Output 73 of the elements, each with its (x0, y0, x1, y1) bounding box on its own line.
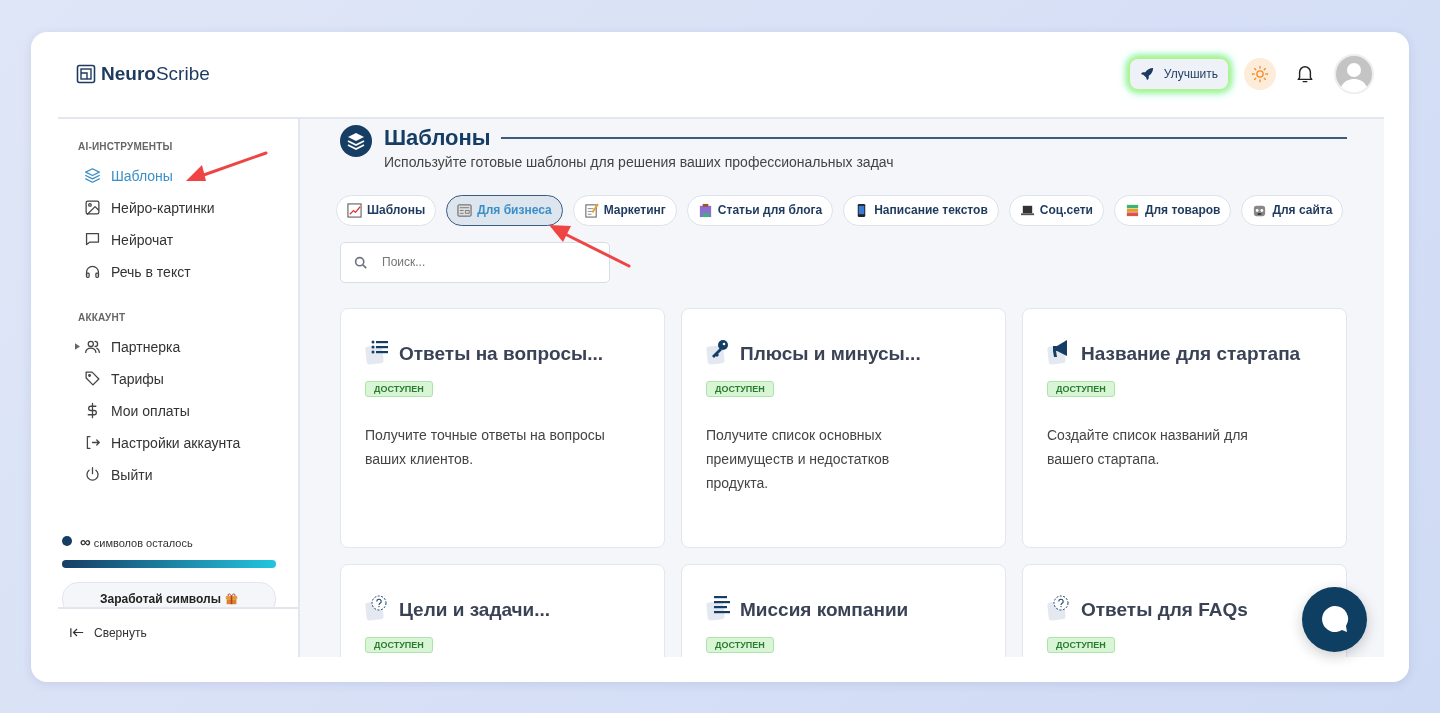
sidebar-item[interactable]: Нейро-картинки (84, 199, 215, 216)
category-chip[interactable]: Для сайта (1241, 194, 1344, 226)
memo-icon (583, 202, 599, 218)
template-card[interactable]: Миссия компании ДОСТУПЕН (681, 563, 1006, 657)
template-card[interactable]: Ответы на вопросы... ДОСТУПЕН Получите точные ответы на вопросы ваших клиентов. (340, 307, 665, 548)
sidebar-item[interactable]: Партнерка (84, 338, 181, 355)
clipboard-icon (697, 202, 713, 218)
notification-icon[interactable] (1296, 64, 1314, 84)
page-subtitle: Используйте готовые шаблоны для решения ваших профессиональных задач (384, 153, 895, 170)
chart-icon (347, 202, 362, 218)
section-title: АККАУНТ (78, 311, 127, 323)
layers-badge-icon (340, 124, 372, 157)
rocket-icon (1139, 67, 1154, 81)
category-chip[interactable]: Маркетинг (572, 194, 677, 226)
collapse-button[interactable]: Свернуть (58, 606, 298, 657)
status-badge: ДОСТУПЕН (1047, 380, 1115, 397)
card-title: Название для стартапа (1081, 342, 1301, 365)
category-chip[interactable]: Написание текстов (843, 194, 999, 226)
sidebar-item[interactable]: Настройки аккаунта (84, 434, 241, 451)
earn-credits-button[interactable]: Заработай символы (62, 581, 276, 607)
category-chip[interactable]: Для товаров (1113, 194, 1232, 226)
credits-text: ∞ символов осталось (80, 532, 193, 550)
card-title: Плюсы и минусы... (740, 342, 921, 365)
newspaper-icon (457, 202, 473, 218)
logo-text: NeuroScribe (101, 63, 210, 85)
sidebar-item[interactable]: Нейрочат (84, 231, 174, 248)
category-chip[interactable]: Шаблоны (336, 194, 437, 226)
category-chip[interactable]: Статьи для блога (686, 194, 834, 226)
card-title: Миссия компании (740, 598, 909, 621)
status-badge: ДОСТУПЕН (706, 380, 774, 397)
status-badge: ДОСТУПЕН (706, 636, 774, 653)
sidebar-item[interactable]: Шаблоны (84, 167, 173, 184)
collapse-icon (70, 627, 84, 638)
template-card[interactable]: Название для стартапа ДОСТУПЕН Создайте список названий для вашего стартапа. (1022, 307, 1347, 548)
tag-icon (84, 370, 101, 387)
sidebar-item[interactable]: Речь в текст (84, 263, 191, 280)
card-description: Получите список основных преимуществ и недостатков продукта. (706, 425, 891, 493)
template-card[interactable]: Цели и задачи... ДОСТУПЕН (340, 563, 665, 657)
upgrade-button[interactable]: Улучшить (1129, 59, 1228, 89)
gift-icon (224, 592, 238, 605)
caret-icon[interactable] (75, 343, 80, 350)
search-field[interactable]: Поиск... (340, 241, 610, 283)
card-description: Создайте список названий для вашего стартапа. (1047, 425, 1249, 469)
status-badge: ДОСТУПЕН (365, 636, 433, 653)
logout-icon (84, 434, 101, 451)
card-title: Ответы для FAQs (1081, 598, 1248, 621)
sun-icon (1251, 65, 1269, 83)
card-description: Получите точные ответы на вопросы ваших клиентов. (365, 425, 605, 469)
template-card[interactable]: Плюсы и минусы... ДОСТУПЕН Получите список основных преимуществ и недостатков продукта. (681, 307, 1006, 548)
image-icon (84, 199, 101, 216)
status-badge: ДОСТУПЕН (365, 380, 433, 397)
sidebar-item[interactable]: Мои оплаты (84, 402, 190, 419)
chat-icon (84, 231, 101, 248)
page-title: Шаблоны (384, 124, 491, 151)
status-dot (62, 536, 72, 546)
category-chip[interactable]: Соц.сети (1008, 194, 1104, 226)
books-icon (1124, 202, 1140, 218)
theme-toggle[interactable] (1244, 58, 1276, 90)
users-icon (84, 338, 101, 355)
list-icon (365, 338, 391, 365)
card-title: Цели и задачи... (399, 598, 551, 621)
sidebar-item[interactable]: Тарифы (84, 370, 164, 387)
status-badge: ДОСТУПЕН (1047, 636, 1115, 653)
headphones-icon (84, 263, 101, 280)
card-title: Ответы на вопросы... (399, 342, 604, 365)
logo-icon (76, 64, 96, 84)
template-card[interactable]: Ответы для FAQs ДОСТУПЕН (1022, 563, 1347, 657)
chat-bubble-icon (1319, 604, 1350, 634)
power-icon (84, 466, 101, 483)
section-title: AI-ИНСТРУМЕНТЫ (78, 140, 174, 152)
sidebar-item[interactable]: Выйти (84, 466, 153, 483)
lines-icon (706, 594, 732, 621)
layers-icon (84, 167, 101, 184)
